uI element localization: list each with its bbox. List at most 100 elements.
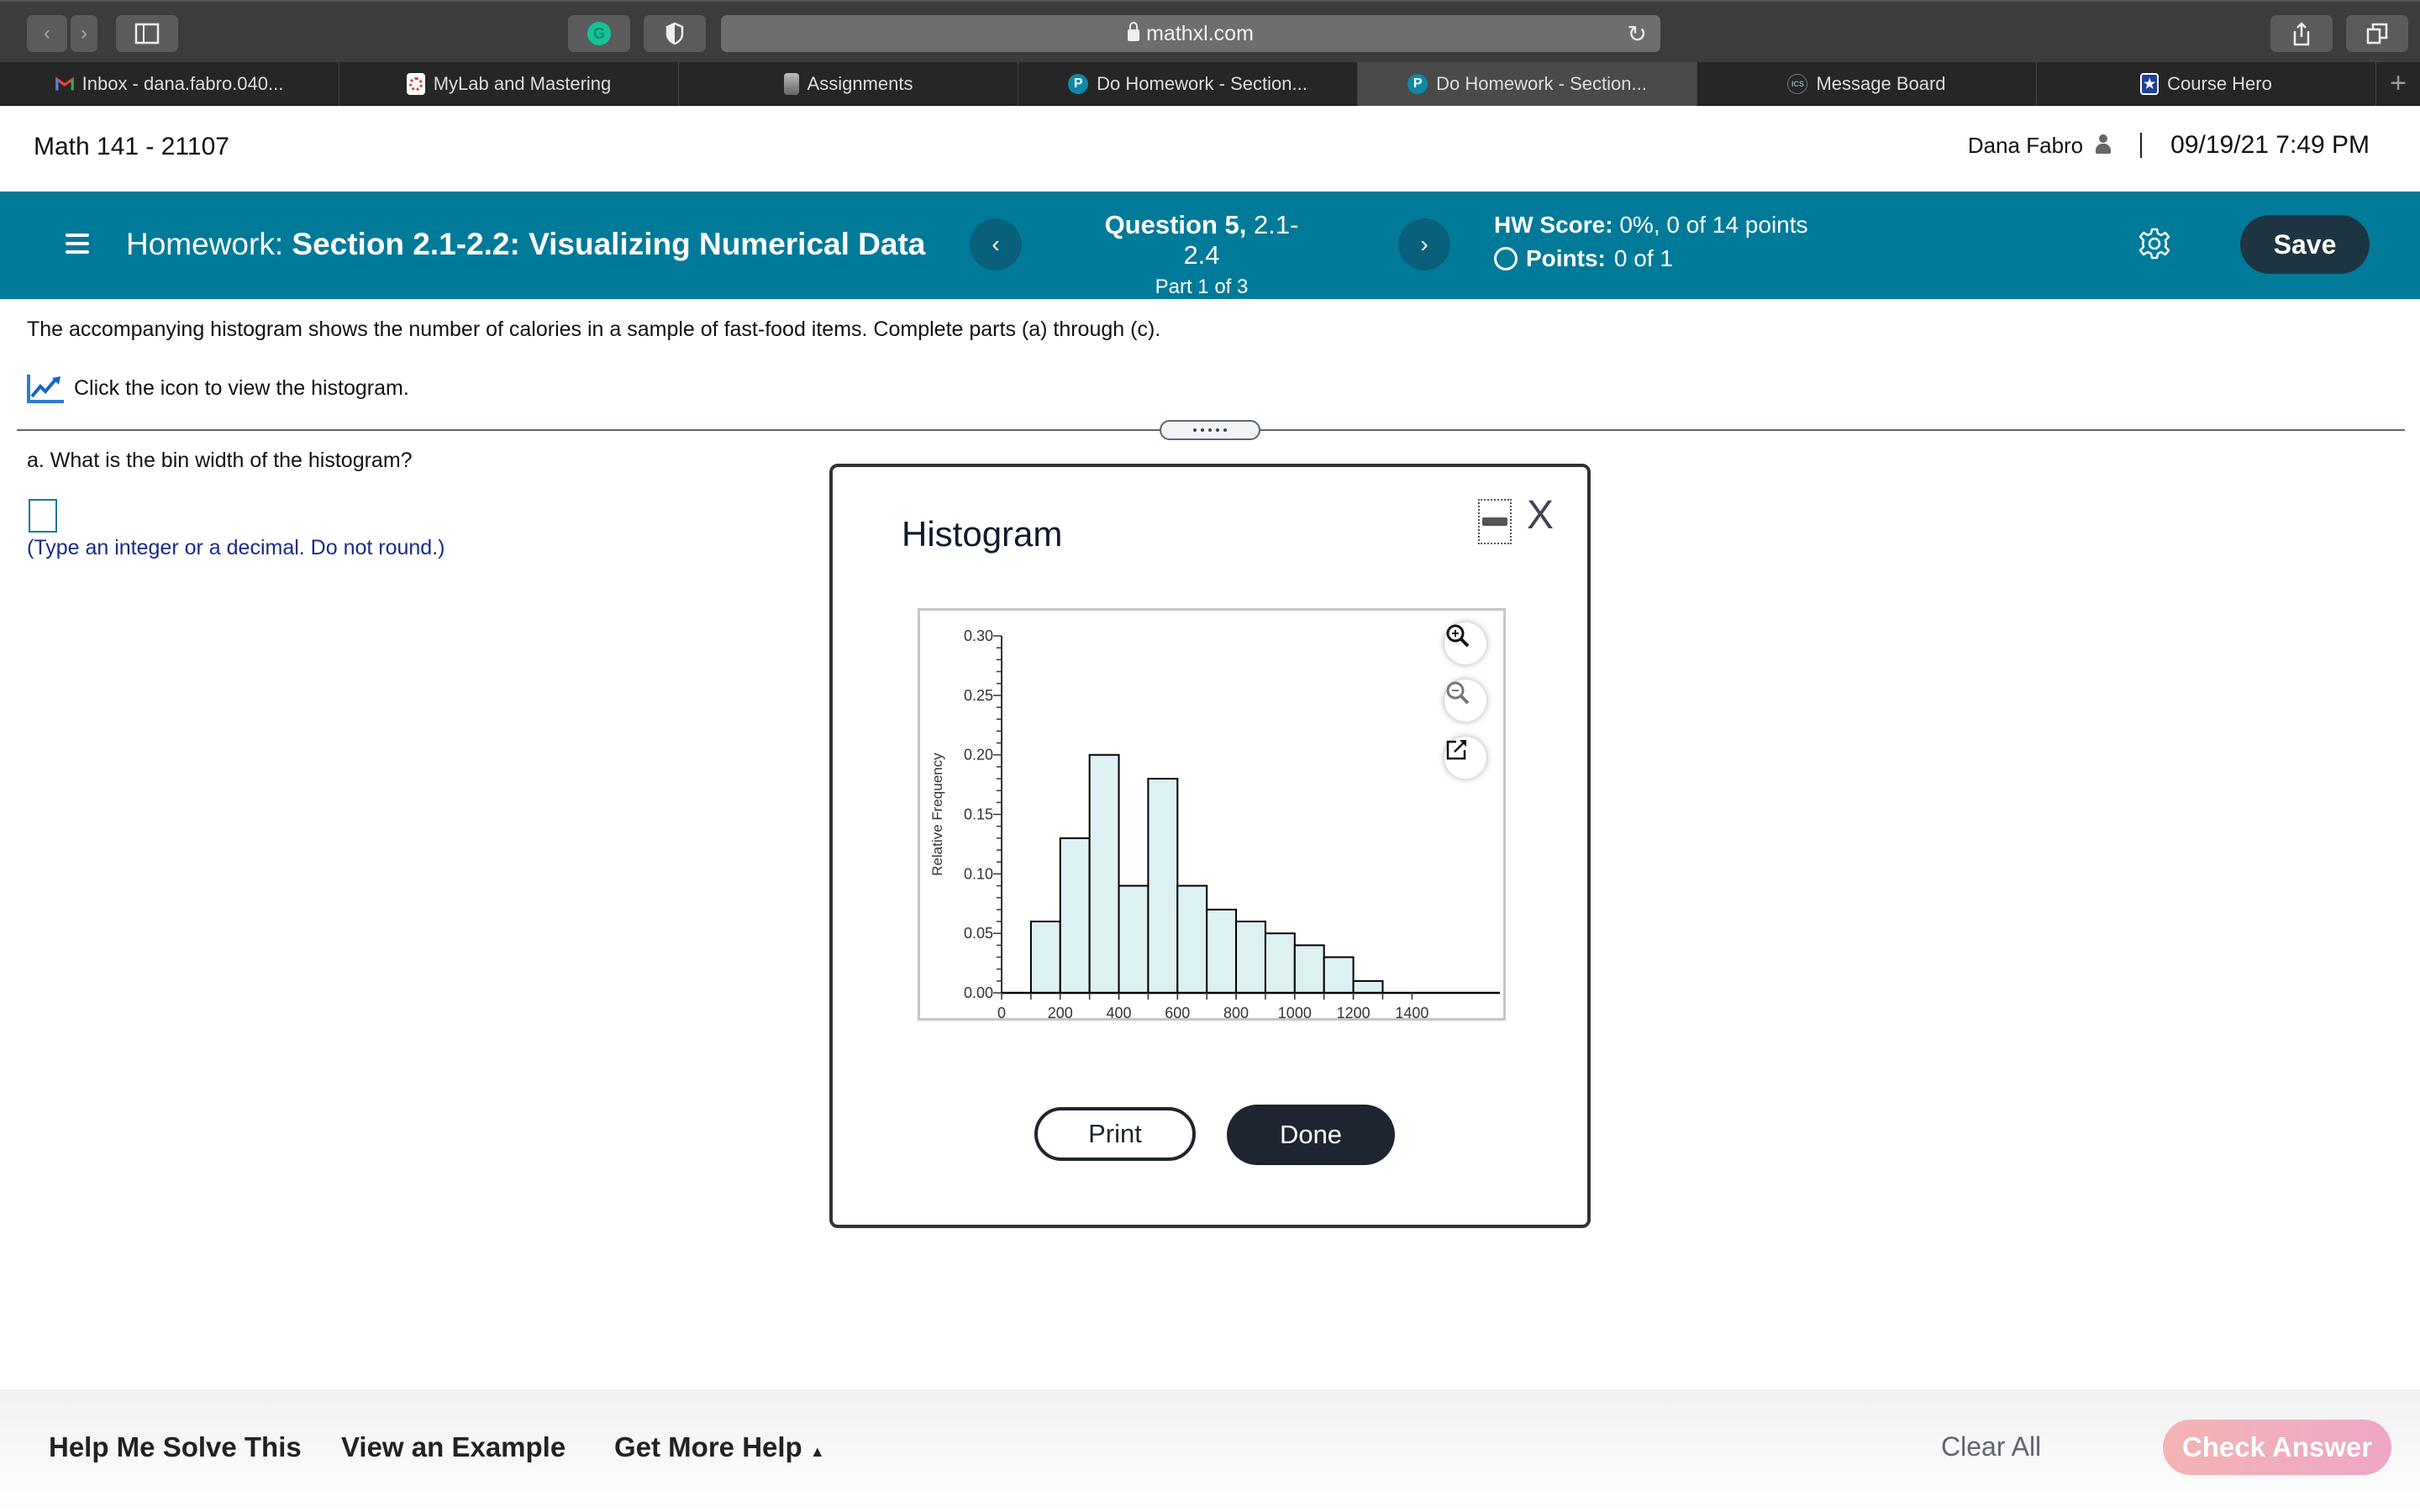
tab-overview-button[interactable]	[2346, 15, 2408, 52]
tab-assignments[interactable]: Assignments	[679, 62, 1018, 106]
homework-section: Section 2.1-2.2: Visualizing Numerical D…	[292, 227, 926, 261]
caret-up-icon: ▲	[809, 1443, 825, 1460]
chart-icon[interactable]	[27, 373, 66, 403]
assignments-icon	[783, 73, 799, 95]
privacy-shield-button[interactable]	[644, 15, 706, 52]
points-value: 0 of 1	[1613, 245, 1673, 271]
url-text: mathxl.com	[1146, 21, 1254, 45]
bin-width-answer-input[interactable]	[29, 499, 57, 533]
zoom-in-button[interactable]	[1444, 622, 1486, 664]
separator	[2140, 133, 2143, 158]
person-icon	[2095, 134, 2112, 156]
x-tick-label: 1200	[1337, 1005, 1370, 1018]
histogram-bar	[1352, 979, 1384, 995]
grammarly-icon: G	[587, 22, 611, 45]
pearson-icon: P	[1407, 74, 1428, 94]
histogram-bar	[1059, 837, 1091, 995]
hw-score-label: HW Score:	[1494, 212, 1613, 238]
print-button[interactable]: Print	[1034, 1107, 1196, 1161]
clear-all-button[interactable]: Clear All	[1941, 1431, 2041, 1462]
y-tick-label: 0.25	[964, 687, 993, 704]
close-button[interactable]: X	[1527, 492, 1554, 538]
tab-label: Inbox - dana.fabro.040...	[82, 73, 284, 94]
part-a-question: a. What is the bin width of the histogra…	[27, 449, 413, 472]
histogram-svg: 0.00 0.05 0.10 0.15 0.20 0.25 0.30 0 200 400 600 80…	[929, 627, 1500, 1018]
resize-handle[interactable]	[1160, 420, 1260, 440]
sidebar-toggle-button[interactable]	[116, 15, 178, 52]
tab-label: Do Homework - Section...	[1436, 73, 1647, 94]
new-tab-button[interactable]: +	[2376, 62, 2420, 105]
histogram-bar	[1293, 944, 1325, 995]
help-me-solve-link[interactable]: Help Me Solve This	[49, 1431, 302, 1463]
homework-prefix: Homework:	[126, 227, 284, 261]
x-tick-label: 400	[1107, 1005, 1132, 1018]
zoom-out-icon	[1446, 681, 1470, 705]
histogram-bar	[1147, 778, 1179, 994]
y-tick-label: 0.30	[964, 627, 993, 644]
tab-label: MyLab and Mastering	[433, 73, 612, 94]
histogram-bar	[1264, 932, 1296, 994]
histogram-bar	[1323, 956, 1355, 994]
histogram-chart: 0.00 0.05 0.10 0.15 0.20 0.25 0.30 0 200 400 600 80…	[918, 608, 1506, 1021]
x-tick-label: 800	[1223, 1005, 1249, 1018]
save-button[interactable]: Save	[2240, 215, 2370, 274]
back-button[interactable]: ‹	[27, 15, 67, 52]
address-bar[interactable]: mathxl.com ↻	[721, 15, 1660, 52]
tab-bar: Inbox - dana.fabro.040... MyLab and Mast…	[0, 62, 2420, 106]
menu-icon[interactable]	[66, 234, 89, 254]
y-axis-label: Relative Frequency	[929, 753, 945, 876]
histogram-bar	[1176, 885, 1208, 994]
dialog-title: Histogram	[902, 514, 1063, 554]
coursehero-icon: ★	[2140, 73, 2160, 95]
tab-homework-2[interactable]: P Do Homework - Section...	[1358, 62, 1697, 106]
tab-label: Do Homework - Section...	[1097, 73, 1307, 94]
question-info: Question 5, 2.1-2.4 Part 1 of 3	[1092, 210, 1311, 299]
score-info: HW Score: 0%, 0 of 14 points Points: 0 o…	[1494, 212, 1808, 272]
view-histogram-link[interactable]: Click the icon to view the histogram.	[27, 373, 409, 403]
y-tick-label: 0.20	[964, 747, 993, 764]
get-more-help-link[interactable]: Get More Help ▲	[614, 1431, 825, 1463]
gear-icon[interactable]	[2138, 227, 2171, 260]
ics-icon: ICS	[1787, 74, 1808, 94]
user-info: Dana Fabro 09/19/21 7:49 PM	[1968, 131, 2370, 160]
histogram-bar	[1088, 753, 1120, 995]
y-tick-label: 0.10	[964, 865, 993, 882]
tab-gmail[interactable]: Inbox - dana.fabro.040...	[0, 62, 339, 106]
view-histogram-text[interactable]: Click the icon to view the histogram.	[74, 376, 409, 401]
open-new-window-button[interactable]	[1444, 737, 1486, 779]
pearson-icon: P	[1068, 74, 1089, 94]
zoom-out-button[interactable]	[1444, 680, 1486, 722]
forward-button[interactable]: ›	[71, 15, 97, 52]
x-tick-label: 600	[1165, 1005, 1190, 1018]
question-number: Question 5,	[1104, 210, 1247, 239]
histogram-bar	[1235, 921, 1266, 994]
user-name[interactable]: Dana Fabro	[1968, 133, 2083, 159]
tab-homework-1[interactable]: P Do Homework - Section...	[1018, 62, 1358, 106]
y-tick-label: 0.15	[964, 806, 993, 823]
y-tick-label: 0.00	[964, 984, 993, 1001]
next-question-button[interactable]: ›	[1398, 218, 1450, 270]
view-example-link[interactable]: View an Example	[341, 1431, 566, 1463]
svg-text:G: G	[593, 25, 605, 42]
tab-message-board[interactable]: ICS Message Board	[1697, 62, 2037, 106]
question-intro: The accompanying histogram shows the num…	[27, 318, 1161, 341]
share-icon	[2293, 22, 2310, 46]
points-status-icon	[1494, 247, 1518, 270]
tab-mylab[interactable]: MyLab and Mastering	[339, 62, 679, 106]
grammarly-extension-button[interactable]: G	[568, 15, 630, 52]
histogram-dialog: Histogram X 0.00 0.05 0.10 0.15 0.20 0.25 0.30…	[829, 464, 1591, 1228]
done-button[interactable]: Done	[1227, 1105, 1395, 1165]
previous-question-button[interactable]: ‹	[970, 218, 1022, 270]
footer-bar: Help Me Solve This View an Example Get M…	[0, 1389, 2420, 1512]
histogram-bar	[1206, 908, 1238, 995]
tab-course-hero[interactable]: ★ Course Hero	[2037, 62, 2376, 106]
check-answer-button[interactable]: Check Answer	[2163, 1420, 2391, 1475]
minimize-button[interactable]	[1478, 499, 1512, 544]
lock-icon	[1128, 22, 1140, 41]
reload-icon[interactable]: ↻	[1628, 20, 1647, 48]
answer-hint: (Type an integer or a decimal. Do not ro…	[27, 536, 445, 559]
share-button[interactable]	[2270, 15, 2333, 52]
tabs-icon	[2366, 23, 2388, 45]
sidebar-icon	[134, 23, 160, 45]
minimize-icon	[1482, 517, 1507, 526]
